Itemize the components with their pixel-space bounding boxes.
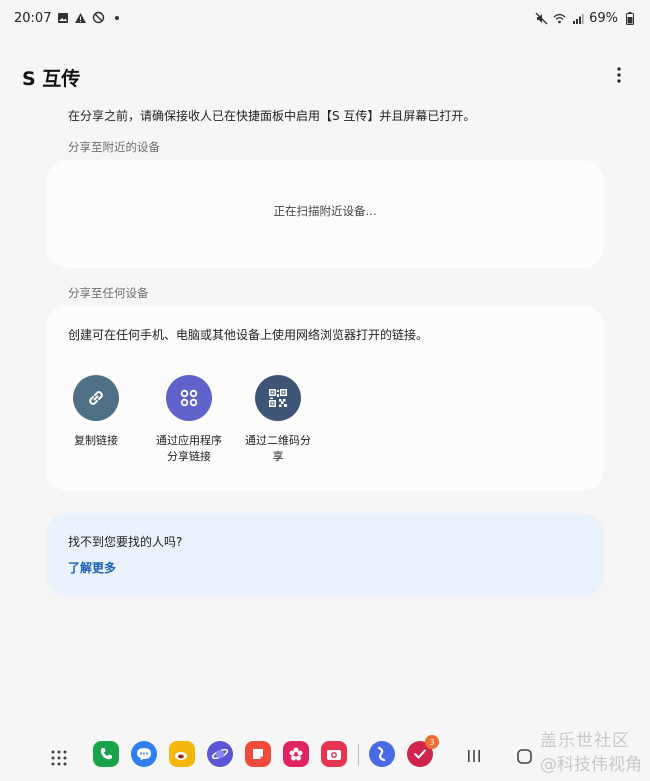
scanning-status: 正在扫描附近设备... [273,204,377,218]
signal-icon [571,12,584,25]
any-device-card: 创建可在任何手机、电脑或其他设备上使用网络浏览器打开的链接。 复制链接 通过应用… [46,305,604,491]
recents-button[interactable] [466,748,482,764]
gallery-app-icon[interactable] [283,741,309,767]
more-options-button[interactable] [604,62,634,92]
tasks-badge: 3 [425,735,439,749]
any-device-description: 创建可在任何手机、电脑或其他设备上使用网络浏览器打开的链接。 [68,328,429,342]
option-label-line2: 享 [272,450,284,463]
nearby-devices-card: 正在扫描附近设备... [46,160,604,268]
help-question: 找不到您要找的人吗? [68,535,183,549]
phone-app-icon[interactable] [93,741,119,767]
tasks-app-icon[interactable]: 3 [407,735,439,767]
watermark-line1: 盖乐世社区 [540,731,630,751]
option-label: 通过应用程序 分享链接 [156,433,222,465]
battery-percent: 69% [589,11,618,26]
battery-icon [623,12,636,25]
option-label-line2: 分享链接 [167,450,211,463]
recents-icon [468,750,480,762]
taskbar-divider [358,744,359,766]
grid-icon [51,750,67,766]
option-label: 复制链接 [74,433,118,449]
share-via-qr-option[interactable]: 通过二维码分 享 [236,375,320,465]
link-icon [73,375,119,421]
status-right: 69% [535,11,636,26]
internet-app-icon[interactable] [207,741,233,767]
status-time: 20:07 [14,11,52,26]
quick-share-app-icon[interactable] [369,741,395,767]
nearby-section-label: 分享至附近的设备 [68,140,160,154]
copy-link-option[interactable]: 复制链接 [54,375,138,449]
apps-icon [166,375,212,421]
home-icon [517,749,532,764]
option-label-line1: 复制链接 [74,434,118,447]
dot-icon [110,11,123,24]
option-label-line1: 通过应用程序 [156,434,222,447]
watermark-line2: @科技伟视角 [540,755,642,775]
option-label: 通过二维码分 享 [245,433,311,465]
page-title: S 互传 [22,68,81,90]
mute-icon [535,12,548,25]
qr-code-icon [255,375,301,421]
app-drawer-button[interactable] [50,749,68,767]
share-via-app-option[interactable]: 通过应用程序 分享链接 [147,375,231,465]
notes-app-icon[interactable] [245,741,271,767]
warning-icon [74,11,87,24]
home-button[interactable] [517,749,532,764]
any-device-section-label: 分享至任何设备 [68,286,149,300]
messages-app-icon[interactable] [131,741,157,767]
status-bar: 20:07 69% [0,0,650,36]
blocked-icon [92,11,105,24]
intro-text: 在分享之前，请确保接收人已在快捷面板中启用【S 互传】并且屏幕已打开。 [68,109,476,123]
image-icon [56,11,69,24]
more-vert-icon [617,67,621,87]
help-card: 找不到您要找的人吗? 了解更多 [46,513,604,597]
wifi-icon [553,12,566,25]
weibo-app-icon[interactable] [169,741,195,767]
camera-app-icon[interactable] [321,741,347,767]
status-left-icons [56,11,123,24]
option-label-line1: 通过二维码分 [245,434,311,447]
learn-more-link[interactable]: 了解更多 [68,559,116,576]
